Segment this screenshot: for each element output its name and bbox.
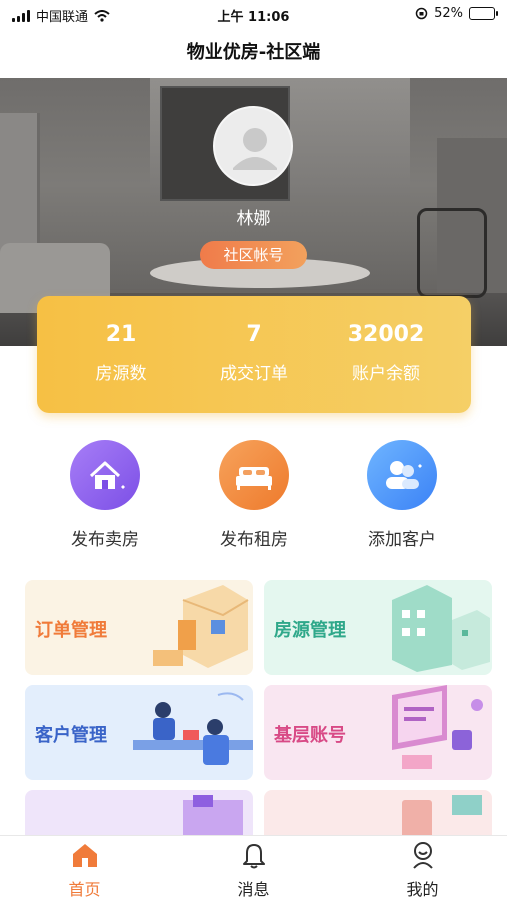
nav-label: 消息 <box>237 880 270 899</box>
battery-icon <box>469 7 498 20</box>
meeting-illustration-icon <box>133 692 253 765</box>
publish-rent-button[interactable]: 发布租房 <box>179 440 329 550</box>
tile-title: 订单管理 <box>35 620 107 641</box>
nav-messages[interactable]: 消息 <box>169 836 338 900</box>
nav-profile[interactable]: 我的 <box>338 836 507 900</box>
stat-value: 32002 <box>347 322 425 347</box>
action-label: 添加客户 <box>368 530 436 550</box>
stats-card: 21 房源数 7 成交订单 32002 账户余额 <box>37 296 471 413</box>
home-icon <box>73 844 97 867</box>
page-title: 物业优房-社区端 <box>0 28 507 78</box>
stat-listings[interactable]: 21 房源数 <box>49 322 193 384</box>
building-illustration-icon <box>392 585 490 672</box>
tile-listing-management[interactable]: 房源管理 <box>264 580 492 675</box>
stat-balance[interactable]: 32002 账户余额 <box>314 322 458 384</box>
tile-title: 房源管理 <box>274 620 346 641</box>
stat-value: 21 <box>105 322 137 347</box>
tile-sub-accounts[interactable]: 基层账号 <box>264 685 492 780</box>
profile-icon <box>413 842 433 869</box>
tile-title: 客户管理 <box>35 725 107 746</box>
stat-label: 账户余额 <box>352 364 420 384</box>
battery-percent: 52% <box>434 6 463 21</box>
tile-title: 基层账号 <box>274 725 346 746</box>
avatar[interactable] <box>213 106 293 186</box>
action-label: 发布卖房 <box>71 530 139 550</box>
stat-value: 7 <box>246 322 262 347</box>
stat-deals[interactable]: 7 成交订单 <box>182 322 326 384</box>
publish-sale-button[interactable]: 发布卖房 <box>30 440 180 550</box>
add-customer-button[interactable]: 添加客户 <box>327 440 477 550</box>
house-icon <box>70 440 140 510</box>
tile-order-management[interactable]: 订单管理 <box>25 580 253 675</box>
bell-icon <box>243 844 265 869</box>
dashboard-illustration-icon <box>392 685 483 769</box>
tile-customer-management[interactable]: 客户管理 <box>25 685 253 780</box>
nav-label: 首页 <box>68 880 101 899</box>
order-illustration-icon <box>153 585 249 668</box>
orientation-lock-icon <box>415 7 428 20</box>
nav-home[interactable]: 首页 <box>0 836 169 900</box>
bed-icon <box>219 440 289 510</box>
stat-label: 成交订单 <box>220 364 288 384</box>
users-icon <box>367 440 437 510</box>
bottom-navigation: 首页 消息 我的 <box>0 835 507 900</box>
nav-label: 我的 <box>406 880 439 899</box>
action-label: 发布租房 <box>220 530 288 550</box>
status-right: 52% <box>415 6 498 21</box>
user-name: 林娜 <box>236 209 271 229</box>
status-bar: 中国联通 上午 11:06 52% <box>0 0 507 28</box>
account-type-badge: 社区帐号 <box>200 241 307 269</box>
stat-label: 房源数 <box>95 364 147 384</box>
